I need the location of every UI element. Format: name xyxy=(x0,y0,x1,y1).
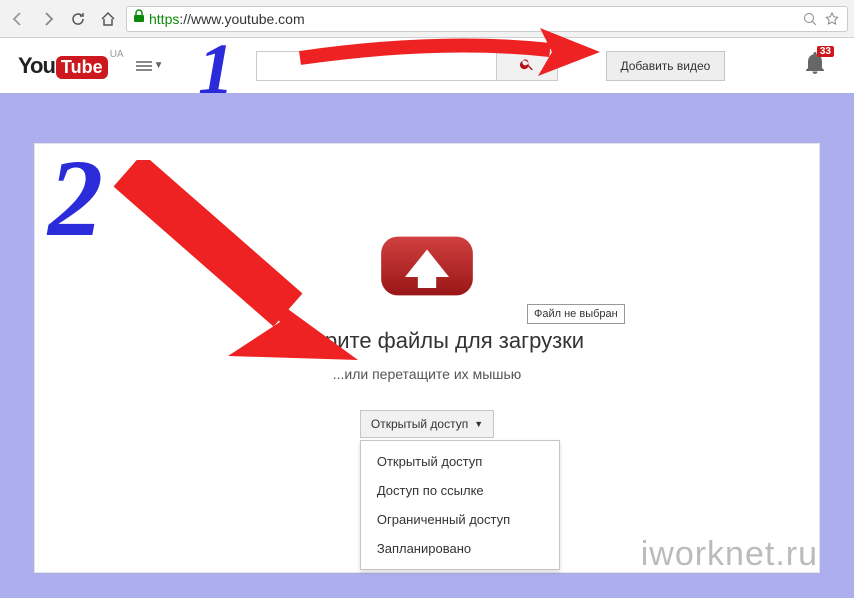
upload-target[interactable] xyxy=(35,226,819,306)
annotation-number-1: 1 xyxy=(198,28,234,111)
search-form xyxy=(256,51,558,81)
youtube-header: You Tube UA ▼ Добавить видео 33 xyxy=(0,38,854,93)
home-button[interactable] xyxy=(96,7,120,31)
search-button[interactable] xyxy=(496,51,558,81)
upload-subtitle: ...или перетащите их мышью xyxy=(35,366,819,382)
lock-icon xyxy=(133,9,145,28)
browser-toolbar: https://www.youtube.com xyxy=(0,0,854,38)
page-background: Файл не выбран Выберите файлы для загруз… xyxy=(0,93,854,598)
search-icon xyxy=(519,56,535,75)
privacy-option[interactable]: Открытый доступ xyxy=(361,447,559,476)
hamburger-icon xyxy=(136,61,152,71)
privacy-select: Открытый доступ ▼ Открытый доступ Доступ… xyxy=(360,410,494,438)
reload-button[interactable] xyxy=(66,7,90,31)
privacy-dropdown: Открытый доступ Доступ по ссылке Огранич… xyxy=(360,440,560,570)
back-button[interactable] xyxy=(6,7,30,31)
privacy-option[interactable]: Ограниченный доступ xyxy=(361,505,559,534)
file-tooltip: Файл не выбран xyxy=(527,304,625,324)
notifications-button[interactable]: 33 xyxy=(804,50,826,79)
privacy-toggle-button[interactable]: Открытый доступ ▼ xyxy=(360,410,494,438)
youtube-logo[interactable]: You Tube UA xyxy=(18,53,108,79)
star-icon[interactable] xyxy=(823,10,841,28)
zoom-icon[interactable] xyxy=(801,10,819,28)
notification-badge: 33 xyxy=(817,46,834,57)
privacy-selected-label: Открытый доступ xyxy=(371,417,468,431)
chevron-down-icon: ▼ xyxy=(154,60,164,71)
caret-down-icon: ▼ xyxy=(474,419,483,429)
upload-title: Выберите файлы для загрузки xyxy=(35,328,819,354)
annotation-number-2: 2 xyxy=(48,135,103,262)
privacy-option[interactable]: Запланировано xyxy=(361,534,559,563)
privacy-option[interactable]: Доступ по ссылке xyxy=(361,476,559,505)
upload-icon xyxy=(372,226,482,306)
upload-card: Файл не выбран Выберите файлы для загруз… xyxy=(34,143,820,573)
address-bar[interactable]: https://www.youtube.com xyxy=(126,6,848,32)
search-input[interactable] xyxy=(256,51,496,81)
url-text: https://www.youtube.com xyxy=(149,11,305,27)
guide-menu-toggle[interactable]: ▼ xyxy=(136,60,164,71)
forward-button[interactable] xyxy=(36,7,60,31)
add-video-button[interactable]: Добавить видео xyxy=(606,51,726,81)
